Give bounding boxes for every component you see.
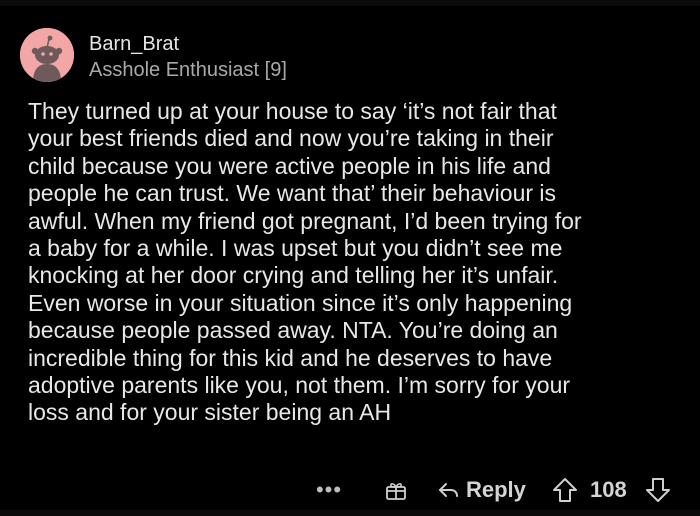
award-button[interactable] [384, 470, 410, 510]
vote-score: 108 [590, 477, 627, 502]
comment-line: adoptive parents like you, not them. I’m… [28, 372, 571, 399]
comment-line: because people passed away. NTA. You’re … [28, 317, 558, 344]
snoo-avatar-icon [20, 28, 74, 82]
avatar[interactable] [20, 28, 74, 82]
comment-line: They turned up at your house to say ‘it’… [28, 98, 557, 124]
gift-icon [386, 483, 406, 500]
comment-line: your best friends died and now you’re ta… [28, 125, 554, 152]
user-flair: Asshole Enthusiast [9] [89, 59, 287, 81]
comment-line: Even worse in your situation since it’s … [28, 289, 573, 316]
upvote-button[interactable] [550, 470, 580, 510]
downvote-button[interactable] [643, 470, 673, 510]
comment-card: Barn_Brat Asshole Enthusiast [9] They tu… [0, 6, 700, 510]
comment-line: people he can trust. We want that’ their… [28, 180, 557, 207]
comment-actions: ••• Reply 108 [0, 470, 700, 510]
comment-line: knocking at her door crying and telling … [28, 262, 559, 289]
reply-button[interactable]: Reply [436, 470, 526, 510]
comment-body: They turned up at your house to say ‘it’… [28, 98, 678, 427]
bottom-divider [0, 510, 700, 516]
upvote-arrow-icon [553, 478, 577, 502]
comment-line: awful. When my friend got pregnant, I’d … [28, 207, 582, 234]
more-options-icon: ••• [315, 477, 343, 502]
comment-line: child because you were active people in … [28, 152, 551, 179]
comment-line: incredible thing for this kid and he des… [28, 344, 553, 371]
downvote-arrow-icon [646, 478, 670, 502]
comment-line: a baby for a while. I was upset but you … [28, 235, 563, 262]
comment-line: loss and for your sister being an AH [28, 399, 392, 426]
reply-arrow-icon [439, 483, 458, 497]
reply-label: Reply [466, 477, 526, 502]
more-options-button[interactable]: ••• [314, 470, 344, 510]
username[interactable]: Barn_Brat [89, 32, 179, 56]
